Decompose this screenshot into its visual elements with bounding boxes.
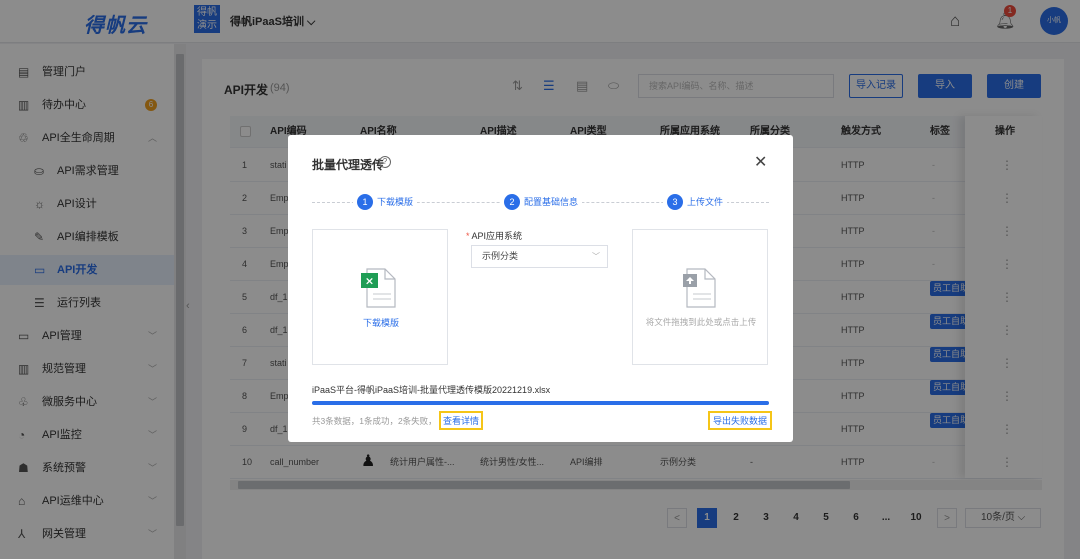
step-number: 1 xyxy=(357,194,373,210)
uploaded-file-name: iPaaS平台-得帆iPaaS培训-批量代理透传模版20221219.xlsx xyxy=(312,385,551,395)
step-config: 2 配置基础信息 xyxy=(500,193,583,211)
progress-fill xyxy=(312,401,769,405)
upload-result-summary: 共3条数据，1条成功，2条失败， xyxy=(312,416,437,426)
step-number: 3 xyxy=(667,194,683,210)
view-detail-link[interactable]: 查看详情 xyxy=(439,411,484,430)
step-label: 配置基础信息 xyxy=(524,197,579,207)
step-download: 1 下载模版 xyxy=(353,193,418,211)
download-template-link[interactable]: 下载模版 xyxy=(313,316,449,329)
required-mark: * xyxy=(466,231,470,241)
close-icon[interactable]: ✕ xyxy=(754,152,767,172)
system-field-label: * API应用系统 xyxy=(466,229,522,242)
download-template-panel[interactable]: × 下载模版 xyxy=(312,229,448,365)
excel-file-icon: × xyxy=(361,268,396,308)
upload-file-icon xyxy=(683,268,716,308)
step-label: 上传文件 xyxy=(687,197,724,207)
batch-proxy-modal: 批量代理透传 ? ✕ 1 下载模版 2 配置基础信息 3 上传文件 × 下载模版 * … xyxy=(288,135,793,442)
modal-title: 批量代理透传 xyxy=(312,158,385,172)
export-failed-data-link[interactable]: 导出失败数据 xyxy=(708,411,773,430)
help-icon[interactable]: ? xyxy=(379,156,391,168)
upload-dropzone[interactable]: 将文件拖拽到此处或点击上传 xyxy=(632,229,768,365)
chevron-down-icon: ﹀ xyxy=(592,252,600,261)
upload-progress-bar xyxy=(312,401,769,405)
system-select-value: 示例分类 xyxy=(482,251,519,261)
step-number: 2 xyxy=(504,194,520,210)
step-label: 下载模版 xyxy=(377,197,414,207)
svg-text:×: × xyxy=(365,275,374,288)
system-select[interactable]: 示例分类 ﹀ xyxy=(471,245,608,268)
step-upload: 3 上传文件 xyxy=(663,193,728,211)
upload-hint: 将文件拖拽到此处或点击上传 xyxy=(645,317,757,327)
system-label-text: API应用系统 xyxy=(471,231,523,241)
